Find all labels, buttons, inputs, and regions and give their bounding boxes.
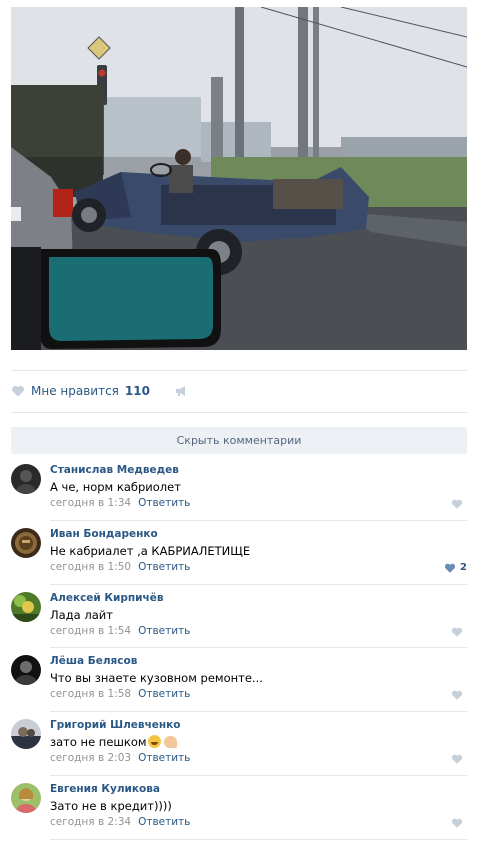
reply-button[interactable]: Ответить — [138, 752, 190, 764]
comment-text: Что вы знаете кузовном ремонте... — [50, 671, 263, 686]
comment-time[interactable]: сегодня в 2:34 — [50, 816, 131, 828]
comment-item: Алексей Кирпичёв Лада лайт сегодня в 1:5… — [11, 585, 467, 649]
comment-item: Лёша Белясов Что вы знаете кузовном ремо… — [11, 648, 467, 713]
comment-text: Не кабриалет ,а КАБРИАЛЕТИЩЕ — [50, 543, 251, 558]
comment-like-count: 2 — [460, 562, 467, 574]
avatar[interactable] — [11, 719, 41, 750]
comment-time[interactable]: сегодня в 1:54 — [50, 625, 131, 637]
like-button-label[interactable]: Мне нравится — [31, 384, 119, 398]
reply-button[interactable]: Ответить — [138, 497, 190, 509]
comment-like-button[interactable] — [451, 498, 467, 510]
comment-author[interactable]: Алексей Кирпичёв — [50, 592, 163, 604]
comment-time[interactable]: сегодня в 1:58 — [50, 688, 131, 700]
comment-like-button[interactable]: 2 — [444, 562, 467, 574]
comment-meta: сегодня в 2:03 Ответить — [50, 752, 190, 764]
comment-meta: сегодня в 1:34 Ответить — [50, 497, 190, 509]
heart-icon — [451, 818, 463, 828]
comment-divider — [50, 838, 467, 840]
heart-icon[interactable] — [11, 384, 25, 398]
hide-comments-button[interactable]: Скрыть комментарии — [11, 427, 467, 454]
comment-time[interactable]: сегодня в 1:34 — [50, 497, 131, 509]
comment-text: Лада лайт — [50, 607, 113, 622]
comment-meta: сегодня в 1:54 Ответить — [50, 625, 190, 637]
comment-meta: сегодня в 2:34 Ответить — [50, 816, 190, 828]
comment-meta: сегодня в 1:50 Ответить — [50, 561, 190, 573]
post-actions: Мне нравится 110 — [11, 380, 188, 402]
avatar[interactable] — [11, 782, 41, 813]
comment-author[interactable]: Лёша Белясов — [50, 655, 137, 667]
comment-meta: сегодня в 1:58 Ответить — [50, 688, 190, 700]
comment-item: Станислав Медведев А че, норм кабриолет … — [11, 457, 467, 521]
comment-like-button[interactable] — [451, 689, 467, 701]
comment-item: Григорий Шлевченко зато не пешком сегодн… — [11, 712, 467, 776]
reply-button[interactable]: Ответить — [138, 561, 190, 573]
comment-text: А че, норм кабриолет — [50, 480, 181, 494]
divider — [11, 412, 467, 413]
comment-item: Иван Бондаренко Не кабриалет ,а КАБРИАЛЕ… — [11, 521, 467, 585]
heart-icon — [451, 754, 463, 764]
comment-text: Зато не в кредит)))) — [50, 798, 172, 813]
megaphone-icon[interactable] — [174, 384, 188, 398]
avatar[interactable] — [11, 464, 41, 494]
comment-like-button[interactable] — [451, 753, 467, 765]
avatar[interactable] — [11, 655, 41, 686]
comment-author[interactable]: Станислав Медведев — [50, 464, 179, 476]
comment-like-button[interactable] — [451, 817, 467, 829]
avatar[interactable] — [11, 591, 41, 622]
comment-text: зато не пешком — [50, 735, 177, 749]
avatar[interactable] — [11, 527, 41, 558]
comment-item: Евгения Куликова Зато не в кредит)))) се… — [11, 776, 467, 840]
comment-author[interactable]: Евгения Куликова — [50, 783, 160, 795]
comment-author[interactable]: Иван Бондаренко — [50, 528, 158, 540]
comment-time[interactable]: сегодня в 1:50 — [50, 561, 131, 573]
like-count[interactable]: 110 — [125, 384, 150, 398]
heart-icon — [451, 499, 463, 509]
heart-icon — [444, 563, 456, 573]
reply-button[interactable]: Ответить — [138, 625, 190, 637]
reply-button[interactable]: Ответить — [138, 816, 190, 828]
post-photo[interactable] — [11, 7, 467, 350]
grinning-face-emoji — [147, 735, 161, 749]
comments-list: Станислав Медведев А че, норм кабриолет … — [11, 457, 467, 840]
comment-time[interactable]: сегодня в 2:03 — [50, 752, 131, 764]
reply-button[interactable]: Ответить — [138, 688, 190, 700]
divider — [11, 370, 467, 371]
comment-author[interactable]: Григорий Шлевченко — [50, 719, 181, 731]
heart-icon — [451, 627, 463, 637]
comment-text-content: зато не пешком — [50, 735, 147, 750]
heart-icon — [451, 691, 463, 701]
comment-like-button[interactable] — [451, 626, 467, 638]
flexed-biceps-emoji — [163, 736, 177, 749]
